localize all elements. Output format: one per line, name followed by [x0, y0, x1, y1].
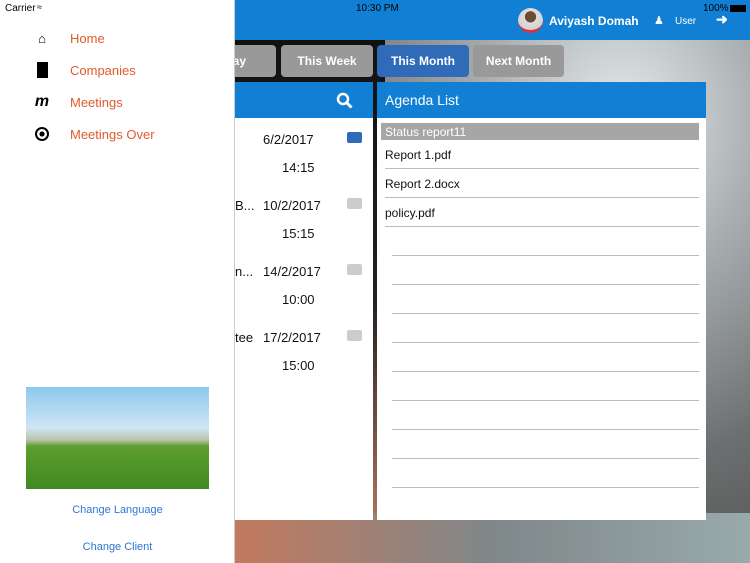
meeting-row[interactable]: tee 17/2/2017 15:00 [235, 316, 373, 382]
nav-item-meetings-over[interactable]: Meetings Over [34, 126, 155, 142]
meeting-time: 15:00 [282, 358, 315, 373]
background-bottom [235, 513, 750, 563]
meeting-row[interactable]: 6/2/2017 14:15 [235, 118, 373, 184]
briefcase-icon[interactable] [347, 330, 362, 341]
agenda-item[interactable]: policy.pdf [385, 198, 699, 227]
meeting-date: 10/2/2017 [263, 198, 321, 213]
nav-label: Companies [70, 62, 136, 78]
change-language-link[interactable]: Change Language [0, 504, 235, 516]
meeting-date: 14/2/2017 [263, 264, 321, 279]
divider [392, 401, 699, 430]
nav-item-home[interactable]: ⌂ Home [34, 30, 105, 46]
agenda-selected-item[interactable]: Status report11 [381, 123, 699, 140]
side-drawer: Carrier ≈ ⌂ Home Companies m Meetings Meet… [0, 0, 235, 563]
nav-label: Home [70, 30, 105, 46]
meetings-logo-icon: m [34, 93, 50, 110]
agenda-title: Agenda List [377, 82, 706, 118]
user-role: User [675, 16, 697, 27]
meeting-time: 15:15 [282, 226, 315, 241]
status-time: 10:30 PM [356, 3, 399, 14]
meeting-list: 6/2/2017 14:15 B... 10/2/2017 15:15 n... 14/… [235, 82, 373, 520]
meeting-title: tee [235, 330, 254, 345]
meeting-row[interactable]: n... 14/2/2017 10:00 [235, 250, 373, 316]
nav-item-meetings[interactable]: m Meetings [34, 93, 123, 110]
building-icon [34, 62, 50, 78]
divider [392, 430, 699, 459]
briefcase-icon[interactable] [347, 198, 362, 209]
meeting-time: 10:00 [282, 292, 315, 307]
nav-label: Meetings Over [70, 126, 155, 142]
client-photo [26, 387, 209, 489]
list-header [235, 82, 373, 118]
meeting-title: n... [235, 264, 254, 279]
meeting-title: B... [235, 198, 255, 213]
logout-icon[interactable]: ➜ [716, 11, 728, 28]
divider [392, 372, 699, 401]
wifi-icon: ≈ [37, 2, 42, 12]
agenda-item[interactable]: Report 1.pdf [385, 140, 699, 169]
agenda-item[interactable]: Report 2.docx [385, 169, 699, 198]
meeting-time: 14:15 [282, 160, 315, 175]
tab-label: This Week [297, 54, 357, 68]
meeting-date: 17/2/2017 [263, 330, 321, 345]
divider [392, 285, 699, 314]
avatar [518, 8, 543, 33]
divider [392, 227, 699, 256]
divider [392, 459, 699, 488]
divider [392, 256, 699, 285]
meeting-date: 6/2/2017 [263, 132, 314, 147]
tab-label: Next Month [485, 54, 552, 68]
agenda-panel: Agenda List Status report11 Report 1.pdf… [377, 82, 706, 520]
user-icon: ♟ [654, 15, 664, 27]
nav-label: Meetings [70, 94, 123, 110]
change-client-link[interactable]: Change Client [0, 541, 235, 553]
meeting-row[interactable]: B... 10/2/2017 15:15 [235, 184, 373, 250]
battery-icon [730, 5, 746, 12]
user-profile[interactable]: Aviyash Domah [518, 8, 639, 33]
tab-next-month[interactable]: Next Month [473, 45, 564, 77]
status-carrier: Carrier [5, 3, 36, 14]
user-name: Aviyash Domah [549, 13, 639, 28]
divider [392, 343, 699, 372]
home-icon: ⌂ [38, 30, 46, 46]
tab-this-week[interactable]: This Week [281, 45, 373, 77]
tab-label: This Month [391, 54, 455, 68]
briefcase-icon[interactable] [347, 132, 362, 143]
search-icon[interactable] [336, 92, 353, 109]
nav-item-companies[interactable]: Companies [34, 62, 136, 78]
stop-circle-icon [34, 126, 50, 142]
briefcase-icon[interactable] [347, 264, 362, 275]
tab-this-month[interactable]: This Month [377, 45, 469, 77]
divider [392, 314, 699, 343]
